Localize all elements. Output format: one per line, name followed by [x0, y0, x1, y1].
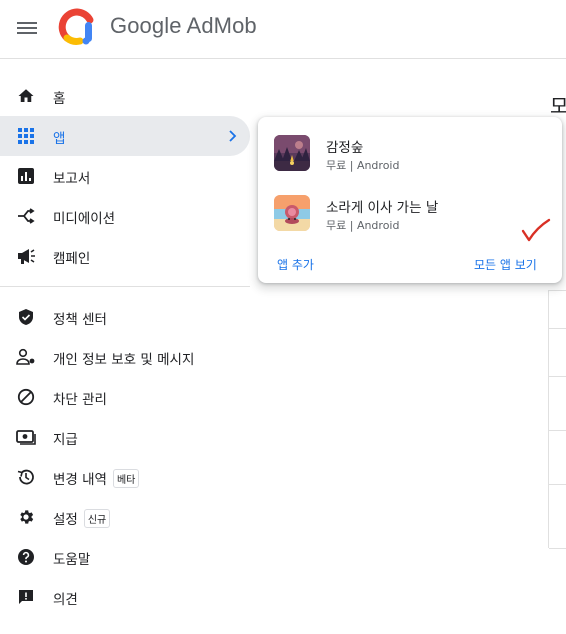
sidebar-item-label: 정책 센터 [53, 312, 107, 328]
table-row-divider [549, 376, 566, 377]
brand-product: AdMob [186, 13, 257, 38]
sidebar-item-label: 보고서 [53, 171, 91, 187]
table-row-divider [549, 290, 566, 291]
feedback-icon [16, 587, 36, 607]
top-app-bar: Google AdMob [0, 0, 566, 59]
sidebar-item-label: 앱 [53, 131, 66, 147]
sidebar-item-label: 도움말 [53, 552, 91, 568]
new-badge: 신규 [83, 509, 111, 528]
campaign-icon [16, 246, 36, 266]
sidebar-item-label: 지급 [53, 432, 78, 448]
table-row-divider [549, 328, 566, 329]
view-all-apps-link[interactable]: 모든 앱 보기 [474, 256, 537, 273]
sidebar-divider [0, 286, 250, 287]
sidebar-item-label: 설정 신규 [53, 508, 111, 528]
mediation-icon [16, 206, 36, 226]
beta-badge: 베타 [112, 469, 140, 488]
app-name: 감정숲 [326, 140, 364, 156]
sidebar-item-campaigns[interactable]: 캠페인 [0, 236, 250, 276]
settings-label-text: 설정 [53, 512, 78, 528]
brand-google: Google [110, 13, 182, 38]
chevron-right-icon [224, 128, 240, 144]
settings-gear-icon [16, 507, 36, 527]
sidebar-item-settings[interactable]: 설정 신규 [0, 497, 250, 537]
help-icon [16, 547, 36, 567]
sidebar-item-label: 변경 내역 베타 [53, 468, 140, 488]
sidebar-item-label: 차단 관리 [53, 392, 107, 408]
home-icon [16, 86, 36, 106]
app-icon-emotion-forest [274, 135, 310, 171]
page-title-fragment: 모 [550, 94, 566, 118]
block-icon [16, 387, 36, 407]
app-platform-meta: 무료 | Android [326, 219, 400, 232]
app-list-item[interactable]: 감정숲 무료 | Android [258, 125, 562, 181]
policy-shield-icon [16, 307, 36, 327]
hamburger-menu-icon[interactable] [14, 15, 40, 41]
sidebar-item-change-history[interactable]: 변경 내역 베타 [0, 457, 250, 497]
annotation-checkmark-icon [520, 218, 552, 246]
sidebar-item-mediation[interactable]: 미디에이션 [0, 196, 250, 236]
privacy-icon [16, 347, 36, 367]
sidebar-item-home[interactable]: 홈 [0, 76, 250, 116]
sidebar-item-reports[interactable]: 보고서 [0, 156, 250, 196]
sidebar-item-blocking-controls[interactable]: 차단 관리 [0, 377, 250, 417]
table-row-divider [549, 484, 566, 485]
apps-grid-icon [16, 126, 36, 146]
sidebar-item-policy-center[interactable]: 정책 센터 [0, 297, 250, 337]
payments-icon [16, 427, 36, 447]
sidebar-item-help[interactable]: 도움말 [0, 537, 250, 577]
reports-icon [16, 166, 36, 186]
sidebar-item-privacy-messaging[interactable]: 개인 정보 보호 및 메시지 [0, 337, 250, 377]
app-platform-meta: 무료 | Android [326, 159, 400, 172]
admob-logo-icon [58, 8, 96, 46]
sidebar-item-feedback[interactable]: 의견 [0, 577, 250, 617]
sidebar-nav: 홈 앱 보고서 미디에이션 캠페인 정책 센터 개인 정보 보호 및 메시지 차… [0, 60, 250, 634]
apps-flyout-menu: 감정숲 무료 | Android 소라게 이사 가는 날 무료 | Androi… [258, 117, 562, 283]
table-row-divider [549, 430, 566, 431]
history-label-text: 변경 내역 [53, 472, 107, 488]
sidebar-item-payments[interactable]: 지급 [0, 417, 250, 457]
table-border [548, 290, 549, 548]
sidebar-item-label: 캠페인 [53, 251, 91, 267]
sidebar-item-label: 미디에이션 [53, 211, 116, 227]
sidebar-item-label: 개인 정보 보호 및 메시지 [53, 352, 195, 368]
add-app-link[interactable]: 앱 추가 [277, 256, 314, 273]
sidebar-item-apps[interactable]: 앱 [0, 116, 250, 156]
table-row-divider [549, 548, 566, 549]
history-icon [16, 467, 36, 487]
app-list-item[interactable]: 소라게 이사 가는 날 무료 | Android [258, 185, 562, 241]
app-name: 소라게 이사 가는 날 [326, 200, 439, 216]
app-icon-hermit-crab [274, 195, 310, 231]
sidebar-item-label: 의견 [53, 592, 78, 608]
product-logo-text: Google AdMob [110, 13, 257, 39]
sidebar-item-label: 홈 [53, 91, 66, 107]
